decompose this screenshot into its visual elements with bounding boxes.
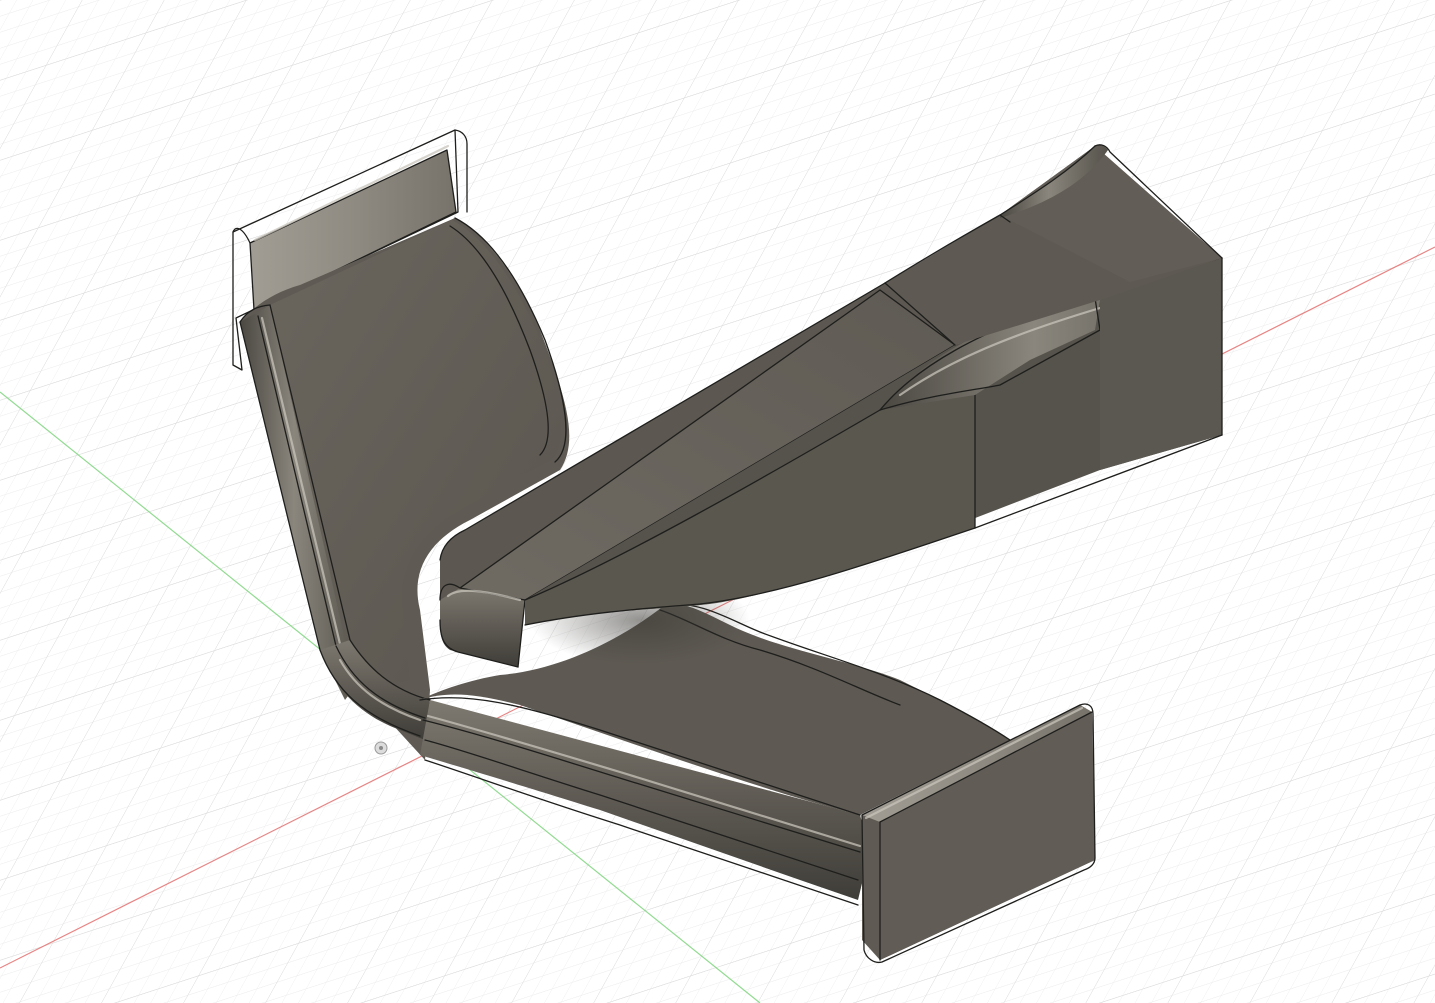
front-wing-model[interactable] [0,0,1435,1003]
origin-marker[interactable] [374,741,388,755]
3d-canvas-viewport[interactable]: origin-point-icon [0,0,1435,1003]
